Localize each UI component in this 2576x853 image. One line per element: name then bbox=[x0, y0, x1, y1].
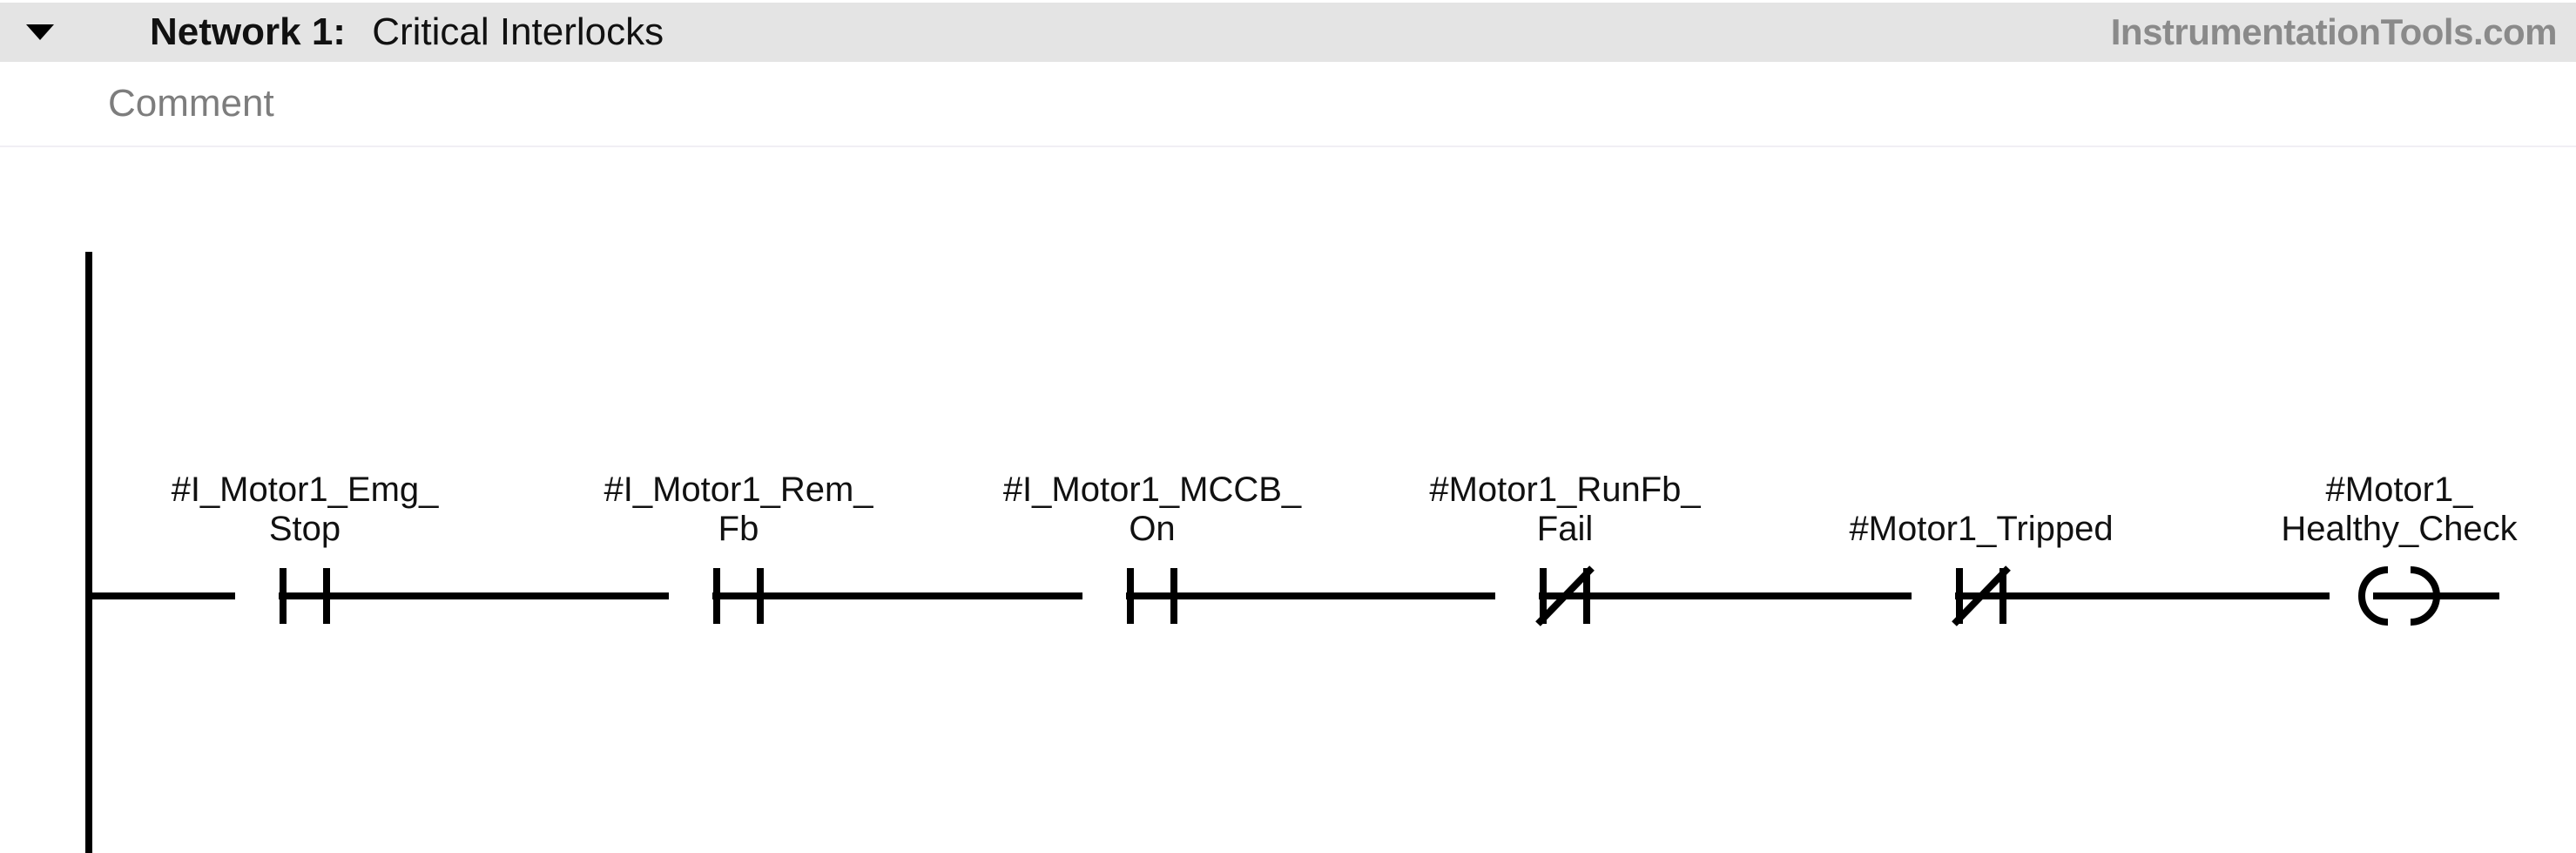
rung-wire bbox=[712, 592, 738, 599]
watermark: InstrumentationTools.com bbox=[2111, 3, 2557, 62]
rung-wire bbox=[1885, 592, 1912, 599]
network-title: Network 1: Critical Interlocks bbox=[150, 10, 664, 54]
rung-label: #I_Motor1_Rem_ Fb bbox=[551, 471, 926, 549]
rung-label: #I_Motor1_MCCB_ On bbox=[949, 471, 1355, 549]
network-comment-row[interactable]: Comment bbox=[0, 62, 2576, 147]
network-number: Network 1: bbox=[150, 10, 346, 53]
chevron-down-icon[interactable] bbox=[26, 24, 54, 40]
rung-label: #Motor1_Tripped bbox=[1777, 510, 2186, 549]
rung-element-mccb[interactable]: #I_Motor1_MCCB_ On bbox=[949, 471, 1355, 631]
rung-label: #Motor1_ Healthy_Check bbox=[2221, 471, 2576, 549]
rung-element-hchk[interactable]: #Motor1_ Healthy_Check bbox=[2221, 471, 2576, 631]
rung-wire bbox=[279, 592, 305, 599]
rung-wire bbox=[2373, 592, 2399, 599]
rung-element-emg[interactable]: #I_Motor1_Emg_ Stop bbox=[115, 471, 495, 631]
rung-label: #Motor1_RunFb_ Fail bbox=[1371, 471, 1759, 549]
rung-wire bbox=[1955, 592, 1981, 599]
power-rail-left bbox=[85, 252, 92, 853]
comment-placeholder: Comment bbox=[108, 82, 274, 125]
rung-element-runfb[interactable]: #Motor1_RunFb_ Fail bbox=[1371, 471, 1759, 631]
rung-wire bbox=[2399, 592, 2499, 599]
rung-wire bbox=[643, 592, 669, 599]
rung-wire bbox=[209, 592, 235, 599]
network-header[interactable]: Network 1: Critical Interlocks Instrumen… bbox=[0, 0, 2576, 62]
rung-wire bbox=[1126, 592, 1152, 599]
rung-wire bbox=[2303, 592, 2330, 599]
rung-wire bbox=[1469, 592, 1495, 599]
ladder-diagram: #I_Motor1_Emg_ Stop #I_Motor1_Rem_ Fb #I… bbox=[0, 147, 2576, 853]
network-name: Critical Interlocks bbox=[372, 10, 664, 53]
rung-wire bbox=[1056, 592, 1082, 599]
rung-element-rem[interactable]: #I_Motor1_Rem_ Fb bbox=[551, 471, 926, 631]
rung-wire bbox=[1539, 592, 1565, 599]
rung-element-trip[interactable]: #Motor1_Tripped bbox=[1777, 510, 2186, 631]
rung-label: #I_Motor1_Emg_ Stop bbox=[115, 471, 495, 549]
